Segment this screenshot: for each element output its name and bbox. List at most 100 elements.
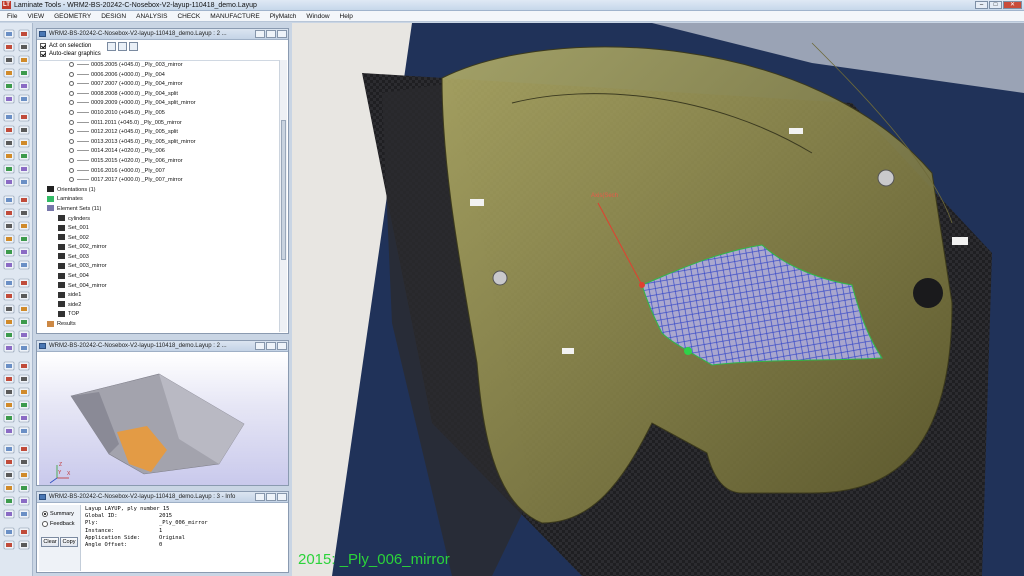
tree-row[interactable]: 0009.2009 (+000.0) _Ply_004_split_mirror xyxy=(39,99,279,109)
summary-radio[interactable]: Summary xyxy=(42,509,80,519)
tree-row[interactable]: 0015.2015 (+020.0) _Ply_006_mirror xyxy=(39,157,279,167)
tool-layer-icon[interactable] xyxy=(18,457,30,467)
tree-row[interactable]: Element Sets (11) xyxy=(39,205,279,215)
panel-close-icon[interactable] xyxy=(277,493,287,501)
tool-new-icon[interactable] xyxy=(18,195,30,205)
tree-row[interactable]: 0017.2017 (+000.0) _Ply_007_mirror xyxy=(39,176,279,186)
tool-grid-icon[interactable] xyxy=(3,125,15,135)
feedback-radio-dot[interactable] xyxy=(42,521,48,527)
tool-settings-icon[interactable] xyxy=(3,361,15,371)
menu-view[interactable]: VIEW xyxy=(22,13,49,20)
panel-maximize-icon[interactable] xyxy=(266,30,276,38)
tool-save-icon[interactable] xyxy=(3,387,15,397)
tool-zoom-icon[interactable] xyxy=(3,260,15,270)
menu-geometry[interactable]: GEOMETRY xyxy=(49,13,96,20)
tool-mesh-icon[interactable] xyxy=(3,343,15,353)
panel-minimize-icon[interactable] xyxy=(255,342,265,350)
search-icon[interactable] xyxy=(129,42,138,51)
tool-export-icon[interactable] xyxy=(18,343,30,353)
menu-analysis[interactable]: ANALYSIS xyxy=(131,13,172,20)
tool-help-icon[interactable] xyxy=(18,361,30,371)
tree-row[interactable]: Set_004 xyxy=(39,272,279,282)
tree-scrollbar[interactable] xyxy=(279,60,287,332)
tool-settings-icon[interactable] xyxy=(18,177,30,187)
panel-close-icon[interactable] xyxy=(277,30,287,38)
tool-render-icon[interactable] xyxy=(18,151,30,161)
tool-draw-icon[interactable] xyxy=(3,68,15,78)
tool-open-icon[interactable] xyxy=(18,29,30,39)
menu-check[interactable]: CHECK xyxy=(172,13,205,20)
expand-icon[interactable] xyxy=(107,42,116,51)
tool-render-icon[interactable] xyxy=(18,496,30,506)
collapse-icon[interactable] xyxy=(118,42,127,51)
tool-light-icon[interactable] xyxy=(3,151,15,161)
tree-row[interactable]: 0014.2014 (+020.0) _Ply_006 xyxy=(39,147,279,157)
tool-section-icon[interactable] xyxy=(18,304,30,314)
tree-row[interactable]: side2 xyxy=(39,301,279,311)
tool-fit-icon[interactable] xyxy=(3,457,15,467)
tool-rotate-icon[interactable] xyxy=(3,444,15,454)
tool-view-icon[interactable] xyxy=(18,138,30,148)
tool-settings-icon[interactable] xyxy=(18,527,30,537)
tool-view-icon[interactable] xyxy=(18,483,30,493)
tool-light-icon[interactable] xyxy=(3,496,15,506)
tree-row[interactable]: Laminates xyxy=(39,195,279,205)
tool-export-icon[interactable] xyxy=(3,527,15,537)
tool-ply-icon[interactable] xyxy=(18,330,30,340)
summary-radio-dot[interactable] xyxy=(42,511,48,517)
tree-row[interactable]: 0011.2011 (+045.0) _Ply_005_mirror xyxy=(39,119,279,129)
feedback-radio[interactable]: Feedback xyxy=(42,519,80,529)
info-text-area[interactable]: Layup LAYUP, ply number 15 Global ID: 201… xyxy=(83,505,287,571)
tree-row[interactable]: 0010.2010 (+045.0) _Ply_005 xyxy=(39,109,279,119)
tree-scroll-thumb[interactable] xyxy=(281,120,286,260)
tree-row[interactable]: Results xyxy=(39,320,279,330)
tool-zoom-icon[interactable] xyxy=(18,81,30,91)
auto-clear-checkbox[interactable] xyxy=(40,51,46,57)
tool-layer-icon[interactable] xyxy=(18,112,30,122)
tool-new-icon[interactable] xyxy=(18,540,30,550)
tool-measure-icon[interactable] xyxy=(3,304,15,314)
tree-row[interactable]: side1 xyxy=(39,291,279,301)
tool-render-icon[interactable] xyxy=(3,330,15,340)
tool-section-icon[interactable] xyxy=(3,483,15,493)
tool-help-icon[interactable] xyxy=(3,195,15,205)
tool-open-icon[interactable] xyxy=(18,374,30,384)
tool-fit-icon[interactable] xyxy=(18,278,30,288)
tool-move-icon[interactable] xyxy=(18,247,30,257)
tool-new-icon[interactable] xyxy=(3,29,15,39)
tool-light-icon[interactable] xyxy=(18,317,30,327)
preview-3d-view[interactable]: Z X Y xyxy=(39,354,288,485)
tool-pan-icon[interactable] xyxy=(18,444,30,454)
tool-copy-icon[interactable] xyxy=(18,68,30,78)
maximize-icon[interactable]: □ xyxy=(989,1,1002,9)
act-on-selection-option[interactable]: Act on selection xyxy=(40,42,101,50)
tool-draw-icon[interactable] xyxy=(18,234,30,244)
tool-favorite-icon[interactable] xyxy=(18,42,30,52)
tree-row[interactable]: Set_002_mirror xyxy=(39,243,279,253)
ar-3d-viewport[interactable]: Axis(Sech 2015: _Ply_006_mirror xyxy=(292,23,1024,576)
tool-grid-icon[interactable] xyxy=(18,291,30,301)
tool-move-icon[interactable] xyxy=(3,426,15,436)
panel-maximize-icon[interactable] xyxy=(266,342,276,350)
menu-design[interactable]: DESIGN xyxy=(96,13,131,20)
tool-grid-icon[interactable] xyxy=(3,470,15,480)
tree-row[interactable]: Set_002 xyxy=(39,234,279,244)
panel-close-icon[interactable] xyxy=(277,342,287,350)
tree-row[interactable]: Set_001 xyxy=(39,224,279,234)
tool-select-icon[interactable] xyxy=(3,234,15,244)
tree-row[interactable]: 0005.2005 (+045.0) _Ply_003_mirror xyxy=(39,61,279,71)
tool-favorite-icon[interactable] xyxy=(3,221,15,231)
panel-minimize-icon[interactable] xyxy=(255,493,265,501)
tool-pan-icon[interactable] xyxy=(18,94,30,104)
tool-favorite-icon[interactable] xyxy=(18,387,30,397)
tool-ply-icon[interactable] xyxy=(3,164,15,174)
menu-help[interactable]: Help xyxy=(335,13,358,20)
copy-button[interactable]: Copy xyxy=(60,537,78,547)
tool-fit-icon[interactable] xyxy=(3,112,15,122)
tool-new-icon[interactable] xyxy=(3,374,15,384)
tree-row[interactable]: 0006.2006 (+000.0) _Ply_004 xyxy=(39,71,279,81)
tree-row[interactable]: cylinders xyxy=(39,215,279,225)
menu-window[interactable]: Window xyxy=(301,13,334,20)
tool-move-icon[interactable] xyxy=(3,81,15,91)
tool-copy-icon[interactable] xyxy=(3,247,15,257)
